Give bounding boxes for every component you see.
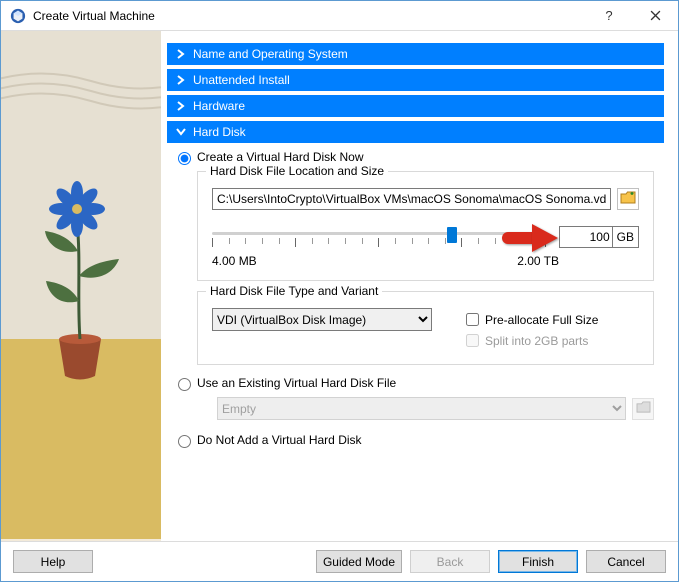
step-label: Unattended Install (193, 73, 290, 87)
dialog-body: Name and Operating System Unattended Ins… (1, 31, 678, 541)
radio-create-disk[interactable]: Create a Virtual Hard Disk Now (173, 149, 664, 165)
existing-disk-select: Empty (217, 397, 626, 420)
radio-create-disk-input[interactable] (178, 152, 191, 165)
slider-thumb[interactable] (447, 227, 457, 243)
split-checkbox-row: Split into 2GB parts (462, 331, 598, 350)
disk-type-select[interactable]: VDI (VirtualBox Disk Image) (212, 308, 432, 331)
radio-no-disk[interactable]: Do Not Add a Virtual Hard Disk (173, 432, 664, 448)
disk-size-slider[interactable] (212, 224, 545, 250)
finish-button[interactable]: Finish (498, 550, 578, 573)
disk-size-input[interactable] (559, 226, 613, 248)
radio-create-disk-label: Create a Virtual Hard Disk Now (197, 150, 364, 164)
chevron-down-icon (175, 128, 187, 136)
group-location-legend: Hard Disk File Location and Size (206, 164, 388, 178)
slider-min-label: 4.00 MB (212, 254, 257, 268)
pick-existing-button (632, 398, 654, 420)
group-type-variant: Hard Disk File Type and Variant VDI (Vir… (197, 291, 654, 365)
step-unattended[interactable]: Unattended Install (167, 69, 664, 91)
radio-existing-label: Use an Existing Virtual Hard Disk File (197, 376, 396, 390)
help-button[interactable]: ? (586, 1, 632, 30)
chevron-right-icon (175, 75, 187, 85)
step-label: Hardware (193, 99, 245, 113)
dialog-footer: Help Guided Mode Back Finish Cancel (1, 541, 678, 581)
create-vm-window: Create Virtual Machine ? (0, 0, 679, 582)
chevron-right-icon (175, 49, 187, 59)
prealloc-label: Pre-allocate Full Size (485, 313, 598, 327)
split-label: Split into 2GB parts (485, 334, 588, 348)
split-checkbox (466, 334, 479, 347)
folder-icon (620, 191, 636, 208)
folder-icon (636, 401, 651, 417)
wizard-content: Name and Operating System Unattended Ins… (161, 31, 678, 541)
step-hardware[interactable]: Hardware (167, 95, 664, 117)
titlebar: Create Virtual Machine ? (1, 1, 678, 31)
group-location-size: Hard Disk File Location and Size (197, 171, 654, 281)
disk-size-unit: GB (613, 226, 639, 248)
step-hard-disk[interactable]: Hard Disk (167, 121, 664, 143)
guided-mode-button[interactable]: Guided Mode (316, 550, 402, 573)
help-footer-button[interactable]: Help (13, 550, 93, 573)
prealloc-checkbox-row[interactable]: Pre-allocate Full Size (462, 310, 598, 329)
step-label: Hard Disk (193, 125, 246, 139)
cancel-button[interactable]: Cancel (586, 550, 666, 573)
radio-existing-input[interactable] (178, 378, 191, 391)
radio-no-disk-label: Do Not Add a Virtual Hard Disk (197, 433, 362, 447)
radio-existing-disk[interactable]: Use an Existing Virtual Hard Disk File (173, 375, 664, 391)
group-type-legend: Hard Disk File Type and Variant (206, 284, 382, 298)
prealloc-checkbox[interactable] (466, 313, 479, 326)
step-label: Name and Operating System (193, 47, 348, 61)
close-button[interactable] (632, 1, 678, 30)
window-title: Create Virtual Machine (33, 9, 586, 23)
browse-button[interactable] (617, 188, 639, 210)
wizard-sidebar (1, 31, 161, 541)
slider-max-label: 2.00 TB (517, 254, 559, 268)
radio-no-disk-input[interactable] (178, 435, 191, 448)
chevron-right-icon (175, 101, 187, 111)
step-name-os[interactable]: Name and Operating System (167, 43, 664, 65)
disk-path-input[interactable] (212, 188, 611, 210)
app-icon (9, 7, 27, 25)
back-button: Back (410, 550, 490, 573)
